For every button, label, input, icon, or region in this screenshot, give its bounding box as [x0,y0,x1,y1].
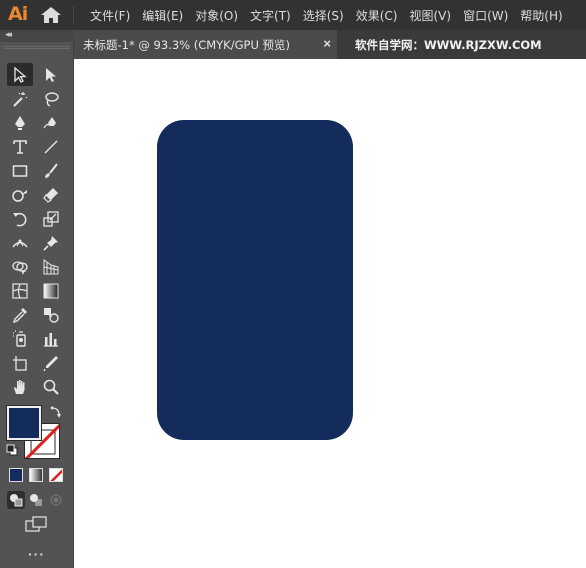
puppet-warp-tool-icon[interactable] [38,231,64,254]
line-segment-tool-icon[interactable] [38,135,64,158]
document-tab-label: 未标题-1* @ 93.3% (CMYK/GPU 预览) [83,37,290,52]
close-icon[interactable]: × [323,37,331,51]
edit-toolbar-button[interactable]: ··· [28,547,45,561]
hand-tool-icon[interactable] [7,375,33,398]
shaper-tool-icon[interactable] [7,183,33,206]
app-logo: Ai [8,3,28,25]
menu-window[interactable]: 窗口(W) [457,7,514,24]
perspective-grid-tool-icon[interactable] [38,255,64,278]
tools-panel-header: ◂◂ [0,29,74,42]
eyedropper-tool-icon[interactable] [7,303,33,326]
menu-effect[interactable]: 效果(C) [350,7,404,24]
draw-inside-icon [50,494,62,506]
rounded-rectangle-shape[interactable] [157,120,353,440]
paintbrush-tool-icon[interactable] [38,159,64,182]
none-mode-button[interactable] [49,468,63,482]
column-graph-tool-icon[interactable] [38,327,64,350]
slice-tool-icon[interactable] [38,351,64,374]
menu-help[interactable]: 帮助(H) [514,7,568,24]
pen-tool-icon[interactable] [7,111,33,134]
menu-edit[interactable]: 编辑(E) [136,7,189,24]
menu-select[interactable]: 选择(S) [297,7,350,24]
draw-behind-icon [30,494,42,506]
default-fill-stroke-icon[interactable] [6,444,18,456]
gradient-mode-button[interactable] [29,468,43,482]
shape-builder-tool-icon[interactable] [7,255,33,278]
mesh-tool-icon[interactable] [7,279,33,302]
artboard-canvas[interactable] [74,59,586,568]
home-icon[interactable] [40,6,62,24]
blend-tool-icon[interactable] [38,303,64,326]
gradient-tool-icon[interactable] [38,279,64,302]
none-slash-icon [50,469,62,481]
curvature-tool-icon[interactable] [38,111,64,134]
tools-panel: ◂◂ ··· [0,29,74,568]
draw-behind-button[interactable] [27,491,45,509]
scale-tool-icon[interactable] [38,207,64,230]
artboard-tool-icon[interactable] [7,351,33,374]
symbol-sprayer-tool-icon[interactable] [7,327,33,350]
width-tool-icon[interactable] [7,231,33,254]
zoom-tool-icon[interactable] [38,375,64,398]
menu-type[interactable]: 文字(T) [244,7,297,24]
menu-object[interactable]: 对象(O) [189,7,244,24]
document-tab[interactable]: 未标题-1* @ 93.3% (CMYK/GPU 预览) × [74,30,337,59]
menu-file[interactable]: 文件(F) [84,7,136,24]
document-tab-bar: 未标题-1* @ 93.3% (CMYK/GPU 预览) × 软件自学网：WWW… [74,30,586,59]
selection-tool-icon[interactable] [7,63,33,86]
menu-bar: Ai 文件(F) 编辑(E) 对象(O) 文字(T) 选择(S) 效果(C) 视… [0,0,586,30]
swap-fill-stroke-icon[interactable] [49,405,63,419]
lasso-tool-icon[interactable] [38,87,64,110]
menu-view[interactable]: 视图(V) [403,7,457,24]
rotate-tool-icon[interactable] [7,207,33,230]
draw-normal-icon [10,494,23,507]
rectangle-tool-icon[interactable] [7,159,33,182]
screen-mode-icon[interactable] [25,516,47,532]
menu-divider [73,6,74,24]
direct-selection-tool-icon[interactable] [38,63,64,86]
eraser-tool-icon[interactable] [38,183,64,206]
type-tool-icon[interactable] [7,135,33,158]
panel-grip[interactable] [4,46,70,49]
collapse-icon[interactable]: ◂◂ [5,29,12,40]
draw-inside-button[interactable] [47,491,65,509]
color-mode-button[interactable] [9,468,23,482]
watermark-text: 软件自学网：WWW.RJZXW.COM [355,37,542,52]
main-menu: 文件(F) 编辑(E) 对象(O) 文字(T) 选择(S) 效果(C) 视图(V… [84,0,569,30]
magic-wand-tool-icon[interactable] [7,87,33,110]
draw-normal-button[interactable] [7,491,25,509]
fill-color-swatch[interactable] [6,405,42,441]
